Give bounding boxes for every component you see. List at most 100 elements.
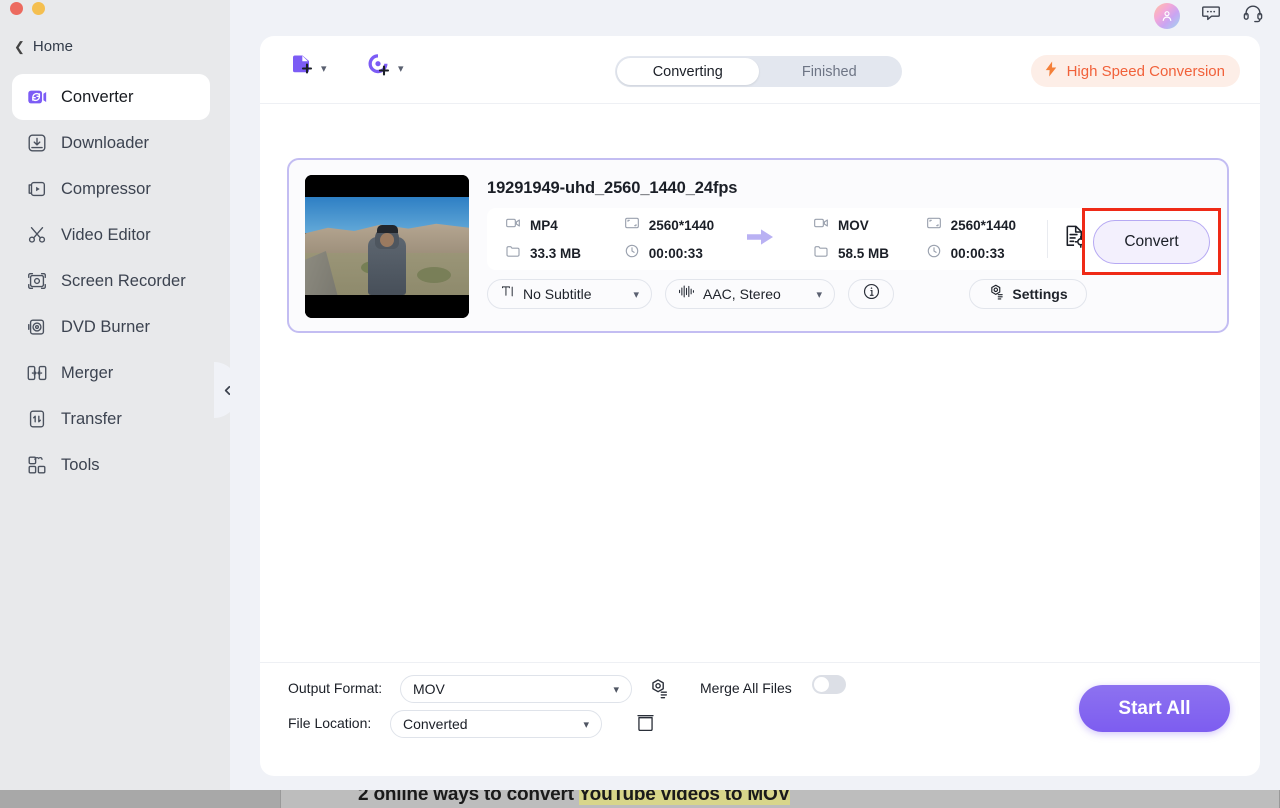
- sidebar-nav: Converter Downloader Compressor Video Ed…: [12, 74, 210, 488]
- sidebar-item-dvd-burner[interactable]: DVD Burner: [12, 304, 210, 350]
- sidebar: ❮ Home Converter Downloader Compre: [0, 0, 230, 790]
- thumbnail-letterbox-top: [305, 175, 469, 197]
- info-icon: [862, 282, 881, 306]
- target-resolution-value: 2560*1440: [951, 218, 1016, 233]
- media-info-button[interactable]: [848, 279, 894, 309]
- sidebar-item-compressor[interactable]: Compressor: [12, 166, 210, 212]
- merger-icon: [26, 362, 48, 384]
- output-format-select[interactable]: MOV ▾: [400, 675, 632, 703]
- source-size-cell: 33.3 MB: [505, 243, 624, 264]
- sidebar-item-label: Compressor: [61, 180, 151, 199]
- sidebar-item-transfer[interactable]: Transfer: [12, 396, 210, 442]
- clock-icon: [624, 243, 640, 264]
- conversion-arrow: [737, 226, 783, 253]
- sidebar-item-downloader[interactable]: Downloader: [12, 120, 210, 166]
- video-camera-icon: [813, 215, 829, 236]
- downloader-icon: [26, 132, 48, 154]
- text-icon: [500, 284, 515, 304]
- source-meta-group: MP4 2560*1440: [487, 211, 737, 267]
- source-format-value: MP4: [530, 218, 558, 233]
- close-button[interactable]: [10, 2, 23, 15]
- add-files-button[interactable]: ▾: [288, 51, 327, 84]
- source-duration-value: 00:00:33: [649, 246, 703, 261]
- format-settings-icon[interactable]: [648, 677, 670, 704]
- sidebar-item-screen-recorder[interactable]: Screen Recorder: [12, 258, 210, 304]
- add-disc-button[interactable]: ▾: [365, 51, 404, 84]
- sidebar-item-label: Tools: [61, 456, 100, 475]
- high-speed-conversion-label: High Speed Conversion: [1067, 63, 1225, 80]
- thumbnail-shrub: [417, 267, 451, 283]
- folder-open-icon[interactable]: [635, 712, 656, 738]
- target-size-cell: 58.5 MB: [813, 243, 926, 264]
- subtitle-value: No Subtitle: [523, 286, 591, 302]
- sidebar-item-converter[interactable]: Converter: [12, 74, 210, 120]
- toggle-knob: [814, 677, 829, 692]
- lightning-icon: [1042, 60, 1060, 83]
- window-controls: [10, 2, 45, 15]
- disc-icon: [26, 316, 48, 338]
- video-camera-icon: [505, 215, 521, 236]
- sidebar-item-video-editor[interactable]: Video Editor: [12, 212, 210, 258]
- sidebar-item-label: Screen Recorder: [61, 272, 186, 291]
- convert-button[interactable]: Convert: [1093, 220, 1210, 264]
- tab-label: Converting: [653, 64, 723, 80]
- header-icons: [1154, 2, 1264, 29]
- tab-converting[interactable]: Converting: [617, 58, 759, 85]
- thumbnail-person-cap: [377, 225, 398, 233]
- audio-dropdown[interactable]: AAC, Stereo ▾: [665, 279, 835, 309]
- start-all-label: Start All: [1118, 698, 1190, 720]
- output-format-value: MOV: [413, 681, 445, 697]
- sidebar-item-label: Converter: [61, 88, 133, 107]
- file-title: 19291949-uhd_2560_1440_24fps: [487, 179, 737, 198]
- file-list: 19291949-uhd_2560_1440_24fps MP4: [260, 104, 1260, 712]
- sidebar-item-label: DVD Burner: [61, 318, 150, 337]
- settings-button[interactable]: Settings: [969, 279, 1087, 309]
- source-format-cell: MP4: [505, 215, 624, 236]
- bottom-bar: Output Format: MOV ▾ File Location: Conv…: [260, 662, 1260, 776]
- converter-panel: ▾ ▾ Converting: [260, 36, 1260, 776]
- source-resolution-cell: 2560*1440: [624, 215, 737, 236]
- tab-finished[interactable]: Finished: [759, 58, 901, 85]
- sidebar-item-tools[interactable]: Tools: [12, 442, 210, 488]
- start-all-button[interactable]: Start All: [1079, 685, 1230, 732]
- minimize-button[interactable]: [32, 2, 45, 15]
- chevron-down-icon: ▾: [613, 683, 619, 696]
- sidebar-item-merger[interactable]: Merger: [12, 350, 210, 396]
- target-meta-group: MOV 2560*1440: [783, 211, 1033, 267]
- transfer-icon: [26, 408, 48, 430]
- file-location-label: File Location:: [288, 715, 371, 731]
- chevron-down-icon: ▾: [398, 64, 404, 75]
- settings-label: Settings: [1012, 286, 1067, 302]
- chat-bubble-icon[interactable]: [1200, 2, 1222, 29]
- subtitle-dropdown[interactable]: No Subtitle ▾: [487, 279, 652, 309]
- convert-button-label: Convert: [1124, 233, 1178, 251]
- target-meta-row-2: 58.5 MB 00:00:33: [813, 239, 1033, 267]
- source-meta-row-1: MP4 2560*1440: [505, 211, 737, 239]
- convert-highlight-box: Convert: [1082, 208, 1221, 275]
- chevron-left-icon: ❮: [14, 40, 25, 53]
- video-thumbnail[interactable]: [305, 175, 469, 318]
- chevron-down-icon: ▾: [583, 718, 589, 731]
- converter-icon: [26, 86, 48, 108]
- file-card[interactable]: 19291949-uhd_2560_1440_24fps MP4: [287, 158, 1229, 333]
- folder-icon: [505, 243, 521, 264]
- sidebar-item-label: Transfer: [61, 410, 122, 429]
- merge-all-files-toggle[interactable]: [812, 675, 846, 694]
- chevron-down-icon: ▾: [806, 288, 822, 301]
- screen-recorder-icon: [26, 270, 48, 292]
- tab-label: Finished: [802, 64, 857, 80]
- high-speed-conversion-badge[interactable]: High Speed Conversion: [1031, 55, 1240, 87]
- home-back-link[interactable]: ❮ Home: [14, 38, 73, 55]
- target-duration-cell: 00:00:33: [926, 243, 1033, 264]
- user-avatar-icon[interactable]: [1154, 3, 1180, 29]
- headset-icon[interactable]: [1242, 2, 1264, 29]
- target-meta-row-1: MOV 2560*1440: [813, 211, 1033, 239]
- output-format-label: Output Format:: [288, 680, 382, 696]
- add-file-icon: [288, 51, 316, 84]
- target-resolution-cell: 2560*1440: [926, 215, 1033, 236]
- scissors-icon: [26, 224, 48, 246]
- file-location-select[interactable]: Converted ▾: [390, 710, 602, 738]
- source-resolution-value: 2560*1440: [649, 218, 714, 233]
- source-duration-cell: 00:00:33: [624, 243, 737, 264]
- folder-icon: [813, 243, 829, 264]
